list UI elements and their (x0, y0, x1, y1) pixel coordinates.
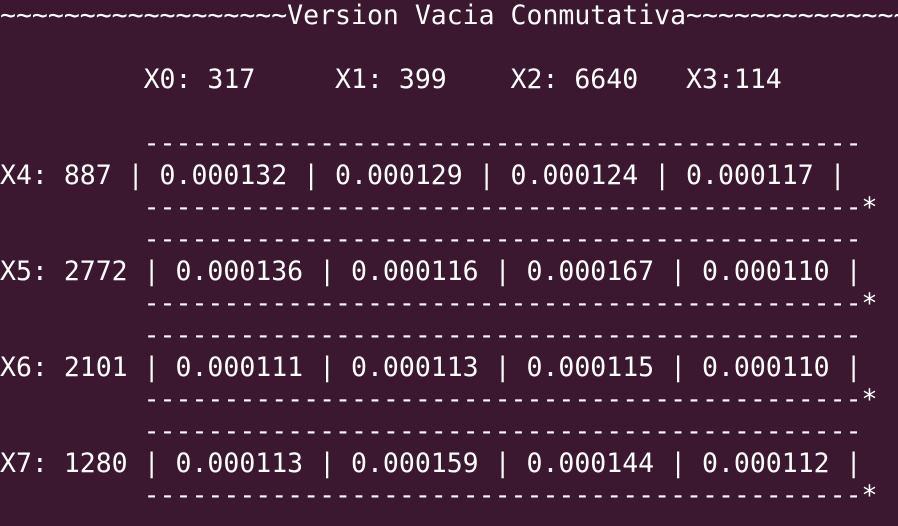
row-x4: X4: 887 | 0.000132 | 0.000129 | 0.000124… (0, 160, 846, 191)
separator-bottom-x5: ----------------------------------------… (0, 288, 878, 319)
row-x6: X6: 2101 | 0.000111 | 0.000113 | 0.00011… (0, 352, 862, 383)
separator-bottom-x7: ----------------------------------------… (0, 480, 878, 511)
separator-bottom-x4: ----------------------------------------… (0, 192, 878, 223)
separator-bottom-x6: ----------------------------------------… (0, 384, 878, 415)
separator-top-x4: ----------------------------------------… (0, 128, 862, 159)
title-line: ~~~~~~~~~~~~~~~~~~Version Vacia Conmutat… (0, 0, 898, 31)
row-x7: X7: 1280 | 0.000113 | 0.000159 | 0.00014… (0, 448, 862, 479)
header-line: X0: 317 X1: 399 X2: 6640 X3:114 (0, 64, 782, 95)
separator-top-x5: ----------------------------------------… (0, 224, 862, 255)
terminal-output[interactable]: ~~~~~~~~~~~~~~~~~~Version Vacia Conmutat… (0, 0, 898, 526)
row-x5: X5: 2772 | 0.000136 | 0.000116 | 0.00016… (0, 256, 862, 287)
separator-top-x7: ----------------------------------------… (0, 416, 862, 447)
separator-top-x6: ----------------------------------------… (0, 320, 862, 351)
